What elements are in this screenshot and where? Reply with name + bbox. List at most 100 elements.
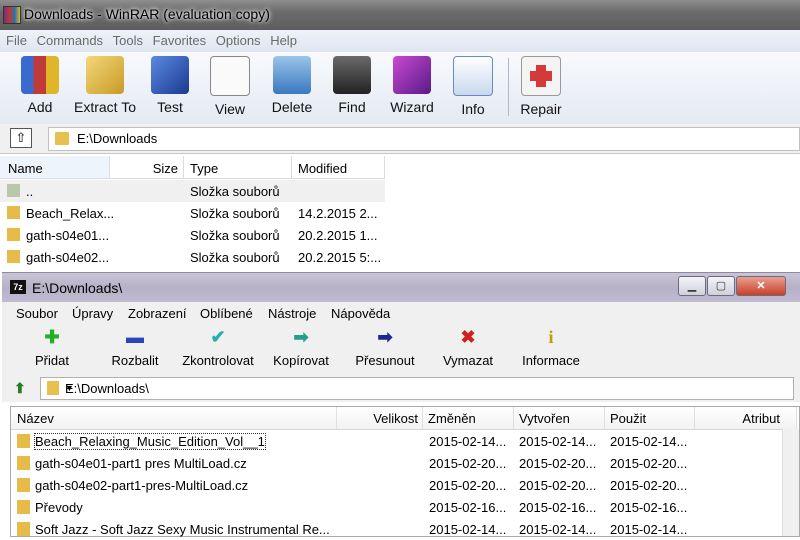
sevenzip-file-list: Název Velikost Změněn Vytvořen Použit At… bbox=[10, 406, 800, 537]
menu-upravy[interactable]: Úpravy bbox=[72, 306, 113, 321]
dropdown-arrow-icon[interactable]: ▼ bbox=[65, 383, 789, 393]
winrar-window-title: Downloads - WinRAR (evaluation copy) bbox=[24, 6, 270, 22]
folder-extract-icon bbox=[86, 56, 124, 94]
folder-icon bbox=[17, 478, 30, 492]
folder-icon bbox=[55, 132, 69, 145]
sevenzip-window: 7z E:\Downloads\ ▁ ▢ ✕ Soubor Úpravy Zob… bbox=[2, 272, 800, 537]
column-pouzit[interactable]: Použit bbox=[605, 407, 695, 429]
winrar-logo-icon bbox=[3, 6, 21, 24]
menu-nastroje[interactable]: Nástroje bbox=[268, 306, 316, 321]
column-type[interactable]: Type bbox=[184, 156, 292, 179]
maximize-button[interactable]: ▢ bbox=[707, 276, 735, 296]
column-velikost[interactable]: Velikost bbox=[337, 407, 423, 429]
copy-arrow-icon: ➡ bbox=[293, 327, 309, 347]
delete-x-icon: ✖ bbox=[460, 327, 476, 347]
find-button[interactable]: Find bbox=[332, 56, 372, 120]
folder-icon bbox=[7, 228, 20, 241]
info-icon: i bbox=[548, 327, 554, 347]
informace-button[interactable]: i Informace bbox=[518, 327, 584, 368]
menu-commands[interactable]: Commands bbox=[31, 30, 103, 48]
menu-soubor[interactable]: Soubor bbox=[16, 306, 58, 321]
books-add-icon bbox=[21, 56, 59, 94]
minimize-button[interactable]: ▁ bbox=[678, 276, 706, 296]
extract-to-button[interactable]: Extract To bbox=[74, 56, 136, 120]
zkontrolovat-button[interactable]: ✔ Zkontrolovat bbox=[178, 327, 258, 368]
maximize-icon: ▢ bbox=[715, 280, 727, 292]
column-zmenen[interactable]: Změněn bbox=[423, 407, 514, 429]
pridat-button[interactable]: ✚ Přidat bbox=[32, 327, 72, 368]
winrar-path-text: E:\Downloads bbox=[77, 131, 158, 146]
up-folder-button[interactable]: ⇧ bbox=[10, 128, 32, 148]
folder-icon bbox=[47, 381, 59, 395]
kopirovat-button[interactable]: ➡ Kopírovat bbox=[270, 327, 332, 368]
table-row[interactable]: gath-s04e02... Složka souborů 20.2.2015 … bbox=[0, 246, 385, 268]
folder-icon bbox=[17, 456, 30, 470]
table-row[interactable]: gath-s04e02-part1-pres-MultiLoad.cz 2015… bbox=[11, 474, 797, 496]
minus-icon: ▬ bbox=[126, 327, 144, 347]
test-button[interactable]: Test bbox=[150, 56, 190, 120]
table-row[interactable]: gath-s04e01... Složka souborů 20.2.2015 … bbox=[0, 224, 385, 246]
winrar-column-header: Name Size Type Modified bbox=[0, 156, 385, 180]
move-arrow-icon: ➡ bbox=[377, 327, 393, 347]
folder-icon bbox=[17, 522, 30, 536]
menu-tools[interactable]: Tools bbox=[107, 30, 143, 48]
menu-file[interactable]: File bbox=[0, 30, 27, 48]
presunout-button[interactable]: ➡ Přesunout bbox=[354, 327, 416, 368]
menu-zobrazeni[interactable]: Zobrazení bbox=[128, 306, 187, 321]
wizard-button[interactable]: Wizard bbox=[388, 56, 436, 120]
sevenzip-logo-icon: 7z bbox=[10, 280, 26, 294]
close-button[interactable]: ✕ bbox=[736, 276, 786, 296]
up-folder-button[interactable]: ⬆ bbox=[14, 380, 30, 396]
recycle-bin-icon bbox=[273, 56, 311, 94]
folder-icon bbox=[7, 250, 20, 263]
menu-favorites[interactable]: Favorites bbox=[147, 30, 206, 48]
menu-napoveda[interactable]: Nápověda bbox=[331, 306, 390, 321]
binoculars-icon bbox=[333, 56, 371, 94]
up-arrow-icon: ⇧ bbox=[15, 130, 27, 145]
table-row[interactable]: Soft Jazz - Soft Jazz Sexy Music Instrum… bbox=[11, 518, 797, 540]
up-arrow-icon: ⬆ bbox=[14, 380, 26, 396]
table-row[interactable]: Beach_Relaxing_Music_Edition_Vol__1 2015… bbox=[11, 430, 797, 452]
sevenzip-toolbar: ✚ Přidat ▬ Rozbalit ✔ Zkontrolovat ➡ Kop… bbox=[2, 324, 800, 376]
column-size[interactable]: Size bbox=[110, 156, 184, 179]
table-row[interactable]: .. Složka souborů bbox=[0, 180, 385, 202]
column-name[interactable]: Name bbox=[0, 156, 110, 179]
menu-oblibene[interactable]: Oblíbené bbox=[200, 306, 253, 321]
table-row[interactable]: gath-s04e01-part1 pres MultiLoad.cz 2015… bbox=[11, 452, 797, 474]
vertical-scrollbar[interactable] bbox=[782, 429, 799, 536]
menu-options[interactable]: Options bbox=[210, 30, 261, 48]
winrar-menu-bar: File Commands Tools Favorites Options He… bbox=[0, 30, 800, 52]
sevenzip-window-title: E:\Downloads\ bbox=[32, 280, 123, 296]
info-icon bbox=[453, 56, 493, 96]
wizard-wand-icon bbox=[393, 56, 431, 94]
check-icon: ✔ bbox=[210, 327, 226, 347]
menu-help[interactable]: Help bbox=[264, 30, 297, 48]
sevenzip-column-header: Název Velikost Změněn Vytvořen Použit At… bbox=[11, 407, 797, 430]
sevenzip-title-bar[interactable]: 7z E:\Downloads\ ▁ ▢ ✕ bbox=[2, 272, 800, 303]
toolbar-separator bbox=[508, 58, 509, 116]
table-row[interactable]: Beach_Relax... Složka souborů 14.2.2015 … bbox=[0, 202, 385, 224]
winrar-title-bar[interactable]: Downloads - WinRAR (evaluation copy) bbox=[0, 0, 800, 30]
folder-icon bbox=[17, 434, 30, 448]
winrar-path-field[interactable]: E:\Downloads bbox=[48, 127, 800, 151]
plus-icon: ✚ bbox=[44, 327, 60, 347]
repair-button[interactable]: Repair bbox=[518, 56, 564, 120]
first-aid-kit-icon bbox=[521, 56, 561, 96]
add-button[interactable]: Add bbox=[18, 56, 62, 120]
column-modified[interactable]: Modified bbox=[292, 156, 385, 179]
rozbalit-button[interactable]: ▬ Rozbalit bbox=[108, 327, 162, 368]
glasses-icon bbox=[210, 56, 250, 96]
table-row[interactable]: Převody 2015-02-16... 2015-02-16... 2015… bbox=[11, 496, 797, 518]
view-button[interactable]: View bbox=[208, 56, 252, 120]
column-atribut[interactable]: Atribut bbox=[695, 407, 797, 429]
sevenzip-path-field[interactable]: E:\Downloads\ ▼ bbox=[40, 377, 794, 400]
delete-button[interactable]: Delete bbox=[270, 56, 314, 120]
book-check-icon bbox=[151, 56, 189, 94]
column-vytvoren[interactable]: Vytvořen bbox=[514, 407, 605, 429]
column-nazev[interactable]: Název bbox=[11, 407, 337, 429]
folder-icon bbox=[17, 500, 30, 514]
sevenzip-menu-bar: Soubor Úpravy Zobrazení Oblíbené Nástroj… bbox=[2, 302, 800, 325]
vymazat-button[interactable]: ✖ Vymazat bbox=[440, 327, 496, 368]
info-button[interactable]: Info bbox=[452, 56, 494, 120]
winrar-toolbar: Add Extract To Test View Delete Find Wiz… bbox=[0, 52, 800, 125]
